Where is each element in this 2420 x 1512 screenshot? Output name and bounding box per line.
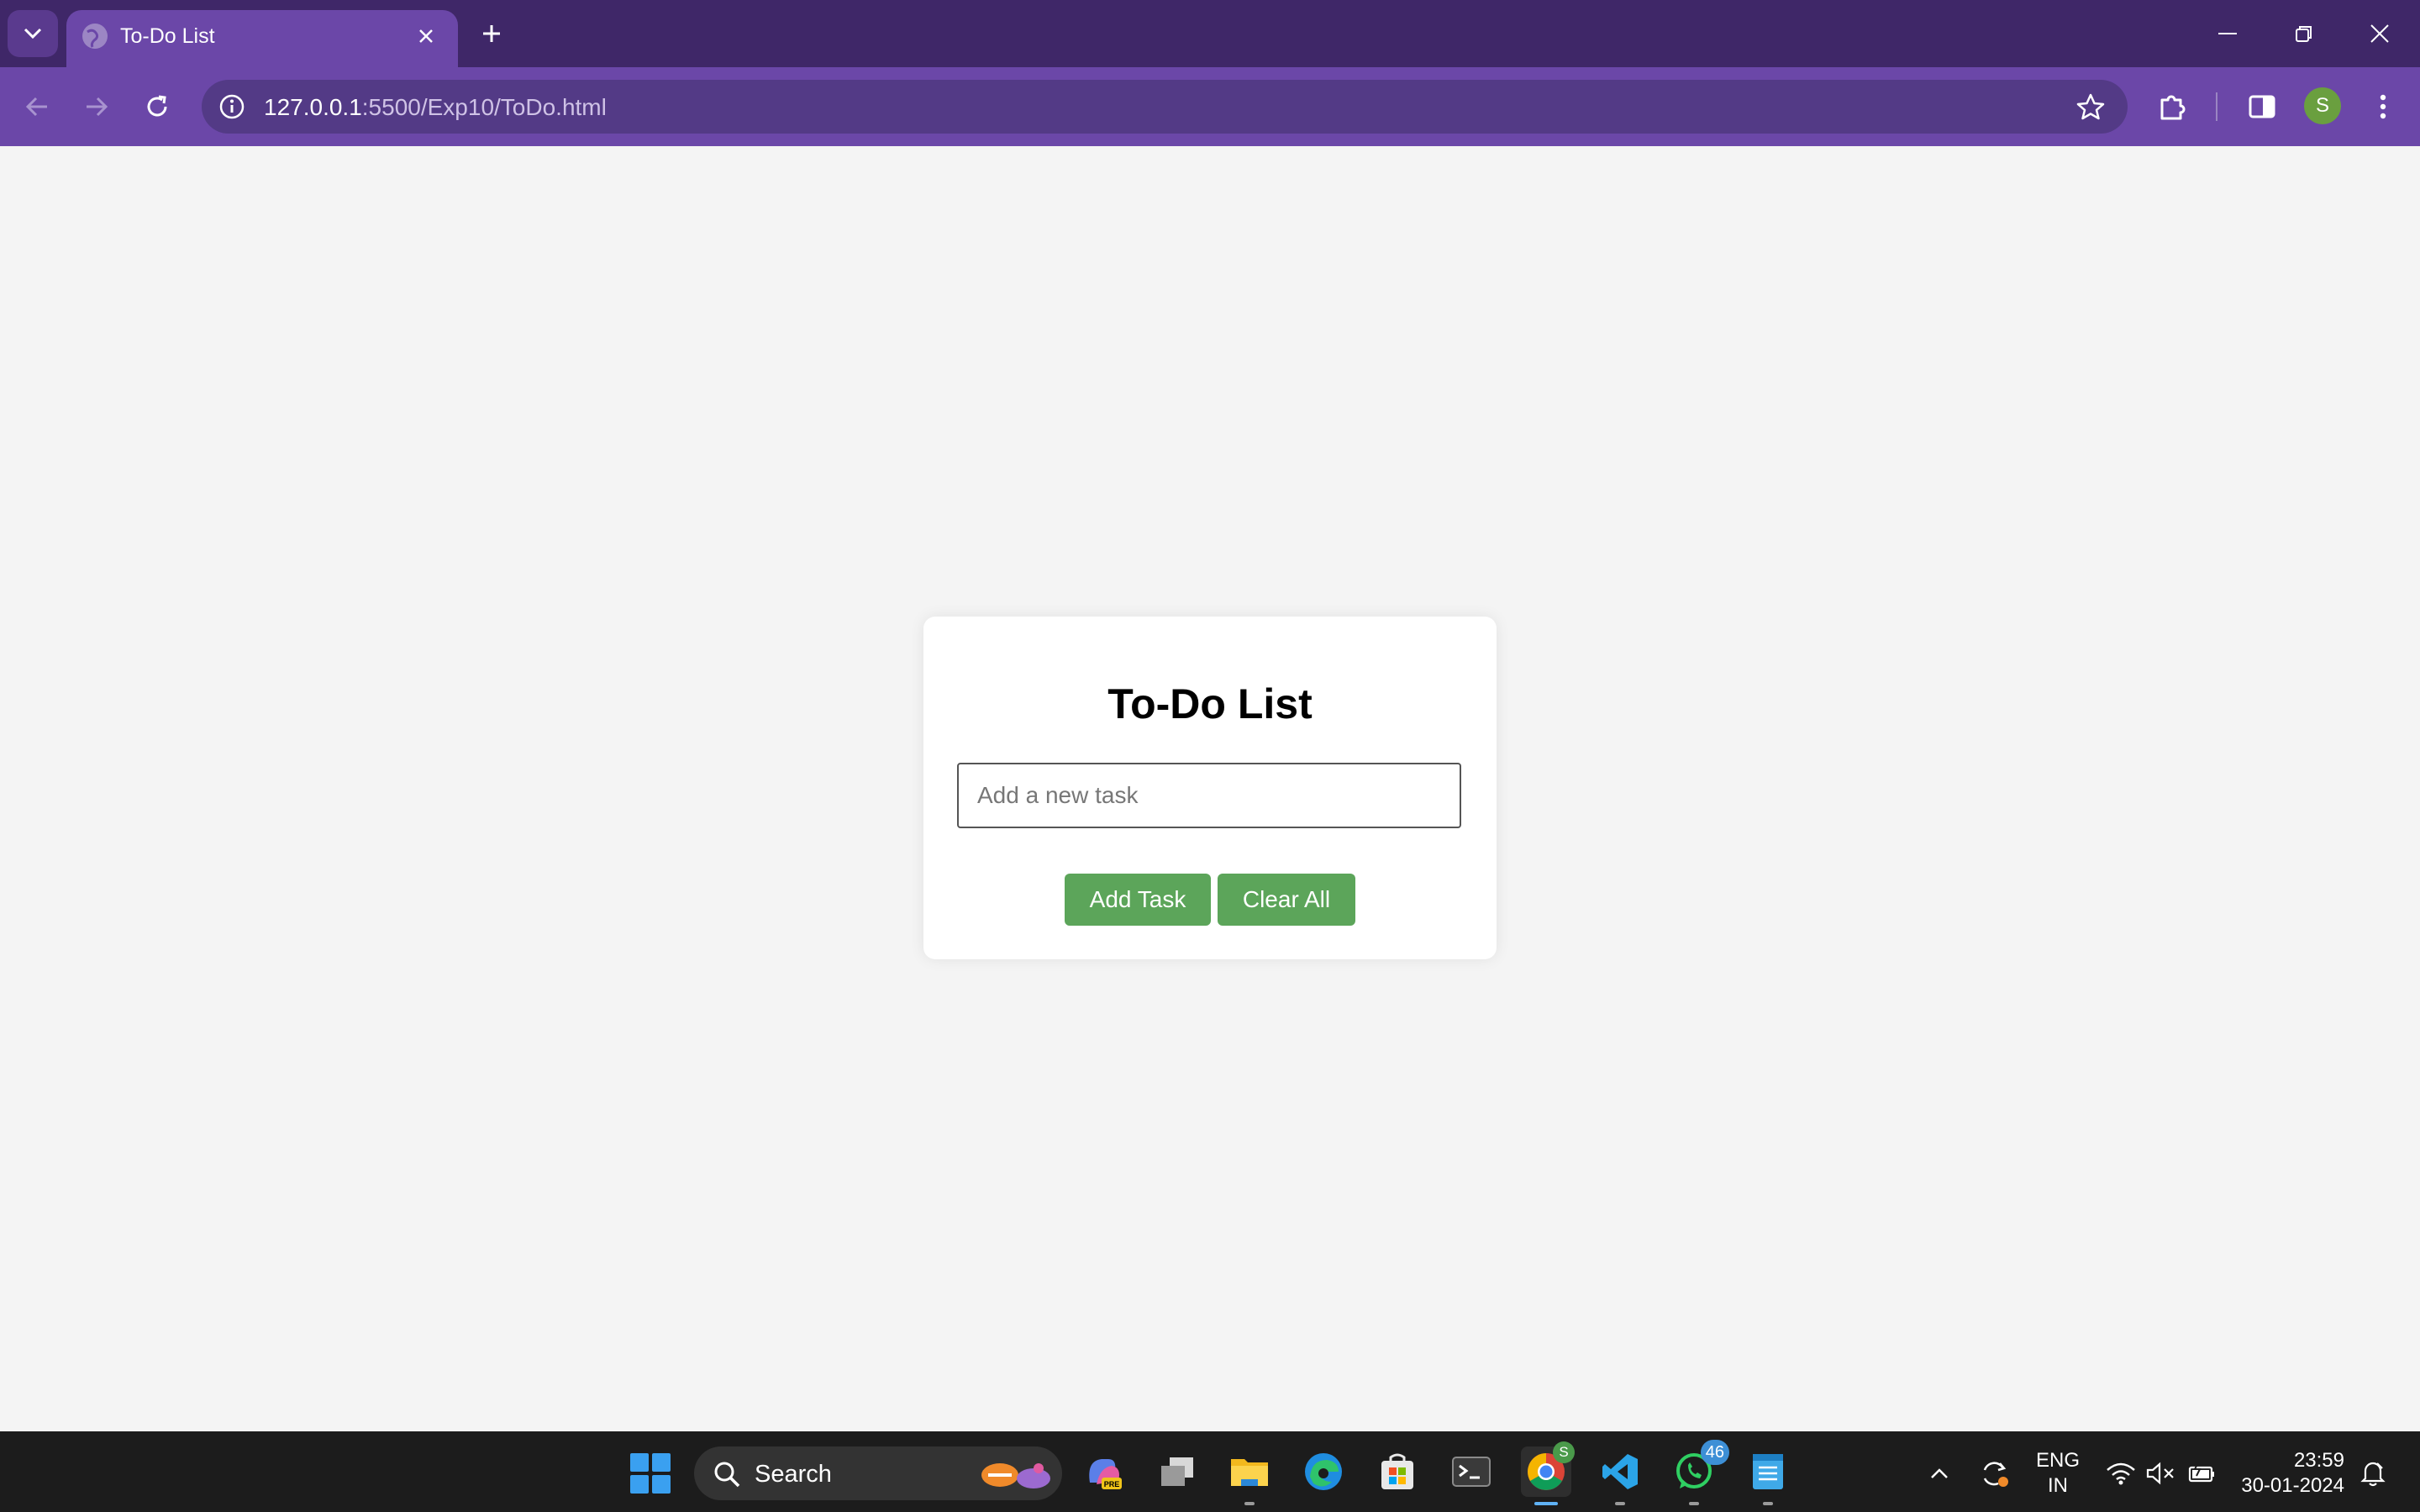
region-code: IN — [2048, 1474, 2068, 1497]
task-view-icon — [1161, 1457, 1193, 1486]
chevron-down-icon — [24, 28, 42, 39]
side-panel-icon — [2249, 95, 2275, 118]
start-button[interactable] — [630, 1453, 671, 1494]
volume-status[interactable] — [2144, 1457, 2177, 1490]
arrow-right-icon — [87, 97, 108, 117]
search-highlight-icon — [981, 1463, 1050, 1488]
tab-close-button[interactable] — [409, 19, 443, 53]
terminal-icon — [1452, 1457, 1491, 1487]
taskbar-search[interactable]: Search — [694, 1446, 1062, 1500]
notifications-button[interactable] — [2356, 1457, 2390, 1490]
notification-badge: 46 — [1700, 1440, 1729, 1465]
close-icon — [2370, 24, 2389, 43]
search-label: Search — [755, 1461, 832, 1488]
running-indicator — [1244, 1502, 1255, 1505]
windows-logo-pane — [652, 1453, 671, 1472]
close-icon — [419, 29, 433, 43]
terminal-app[interactable] — [1446, 1446, 1497, 1497]
browser-titlebar: To-Do List — [0, 0, 2420, 69]
notepad-app[interactable] — [1743, 1446, 1793, 1505]
chrome-app[interactable]: S — [1521, 1441, 1575, 1505]
add-task-button[interactable]: Add Task — [1065, 874, 1211, 926]
info-icon — [219, 94, 245, 119]
vscode-app[interactable] — [1595, 1446, 1645, 1505]
store-icon — [1381, 1453, 1413, 1489]
page-viewport: To-Do List Add Task Clear All — [0, 146, 2420, 1431]
active-indicator — [1534, 1502, 1558, 1505]
task-input[interactable] — [957, 763, 1461, 828]
url-path: :5500/Exp10/ToDo.html — [361, 94, 607, 120]
restore-icon — [2296, 26, 2312, 42]
page-title: To-Do List — [1107, 680, 1313, 727]
restore-button[interactable] — [2275, 8, 2333, 59]
address-bar[interactable]: 127.0.0.1:5500/Exp10/ToDo.html — [202, 80, 2128, 134]
sync-icon — [1983, 1462, 2008, 1487]
forward-button[interactable] — [74, 84, 119, 129]
file-explorer-app[interactable] — [1224, 1446, 1275, 1505]
site-info-button[interactable] — [212, 87, 252, 127]
vscode-icon — [1602, 1454, 1638, 1489]
clock-time: 23:59 — [2293, 1449, 2344, 1472]
reload-icon — [147, 95, 167, 117]
side-panel-button[interactable] — [2239, 84, 2285, 129]
browser-tab[interactable]: To-Do List — [66, 10, 458, 69]
svg-text:PRE: PRE — [1104, 1480, 1120, 1488]
profile-avatar[interactable]: S — [2304, 87, 2341, 124]
arrow-left-icon — [25, 97, 47, 117]
chrome-profile-badge: S — [1553, 1441, 1575, 1463]
windows-logo-pane — [630, 1453, 649, 1472]
browser-menu-button[interactable] — [2360, 84, 2406, 129]
battery-charging-icon — [2188, 1462, 2214, 1483]
whatsapp-app[interactable]: 46 — [1669, 1440, 1729, 1505]
windows-taskbar: Search PRE S 46 ENG IN 23:59 30-01-2024 — [0, 1431, 2420, 1512]
windows-logo-pane — [652, 1475, 671, 1494]
clear-all-button[interactable]: Clear All — [1218, 874, 1355, 926]
running-indicator — [1615, 1502, 1625, 1505]
volume-muted-icon — [2146, 1462, 2174, 1485]
back-button[interactable] — [14, 84, 60, 129]
system-clock[interactable]: 23:59 30-01-2024 — [2238, 1448, 2344, 1499]
notepad-icon — [1753, 1454, 1783, 1489]
bookmark-button[interactable] — [2070, 87, 2111, 127]
update-status-button[interactable] — [1978, 1457, 2012, 1490]
tab-search-button[interactable] — [8, 10, 58, 57]
minimize-button[interactable] — [2198, 8, 2257, 59]
file-explorer-icon — [1231, 1459, 1268, 1486]
reload-button[interactable] — [134, 84, 180, 129]
search-icon — [714, 1462, 740, 1488]
extensions-button[interactable] — [2149, 84, 2195, 129]
copilot-app[interactable]: PRE — [1078, 1446, 1128, 1497]
toolbar-separator — [2216, 92, 2217, 121]
input-language[interactable]: ENG IN — [2035, 1448, 2081, 1499]
battery-status[interactable] — [2185, 1457, 2218, 1490]
plus-icon — [483, 25, 500, 42]
store-app[interactable] — [1372, 1446, 1423, 1497]
windows-logo-pane — [630, 1475, 649, 1494]
url-text[interactable]: 127.0.0.1:5500/Exp10/ToDo.html — [264, 94, 607, 121]
star-icon — [2076, 93, 2105, 120]
clock-date: 30-01-2024 — [2241, 1474, 2344, 1497]
edge-icon — [1305, 1453, 1342, 1490]
browser-toolbar: 127.0.0.1:5500/Exp10/ToDo.html S — [0, 67, 2420, 146]
edge-app[interactable] — [1298, 1446, 1349, 1497]
new-tab-button[interactable] — [471, 13, 512, 54]
minimize-icon — [2218, 33, 2237, 34]
copilot-icon: PRE — [1089, 1459, 1122, 1489]
wifi-status[interactable] — [2104, 1457, 2138, 1490]
url-host: 127.0.0.1 — [264, 94, 362, 120]
wifi-icon — [2107, 1462, 2135, 1485]
language-code: ENG — [2035, 1449, 2080, 1472]
running-indicator — [1763, 1502, 1773, 1505]
notification-bell-icon — [2360, 1462, 2386, 1487]
running-indicator — [1689, 1502, 1699, 1505]
task-view-app[interactable] — [1152, 1446, 1202, 1497]
close-window-button[interactable] — [2350, 8, 2409, 59]
puzzle-icon — [2160, 95, 2186, 120]
tab-title: To-Do List — [120, 24, 215, 48]
kebab-menu-icon — [2380, 94, 2386, 119]
chevron-up-icon — [1931, 1468, 1948, 1478]
globe-icon — [82, 24, 108, 49]
show-hidden-icons-button[interactable] — [1923, 1457, 1956, 1490]
